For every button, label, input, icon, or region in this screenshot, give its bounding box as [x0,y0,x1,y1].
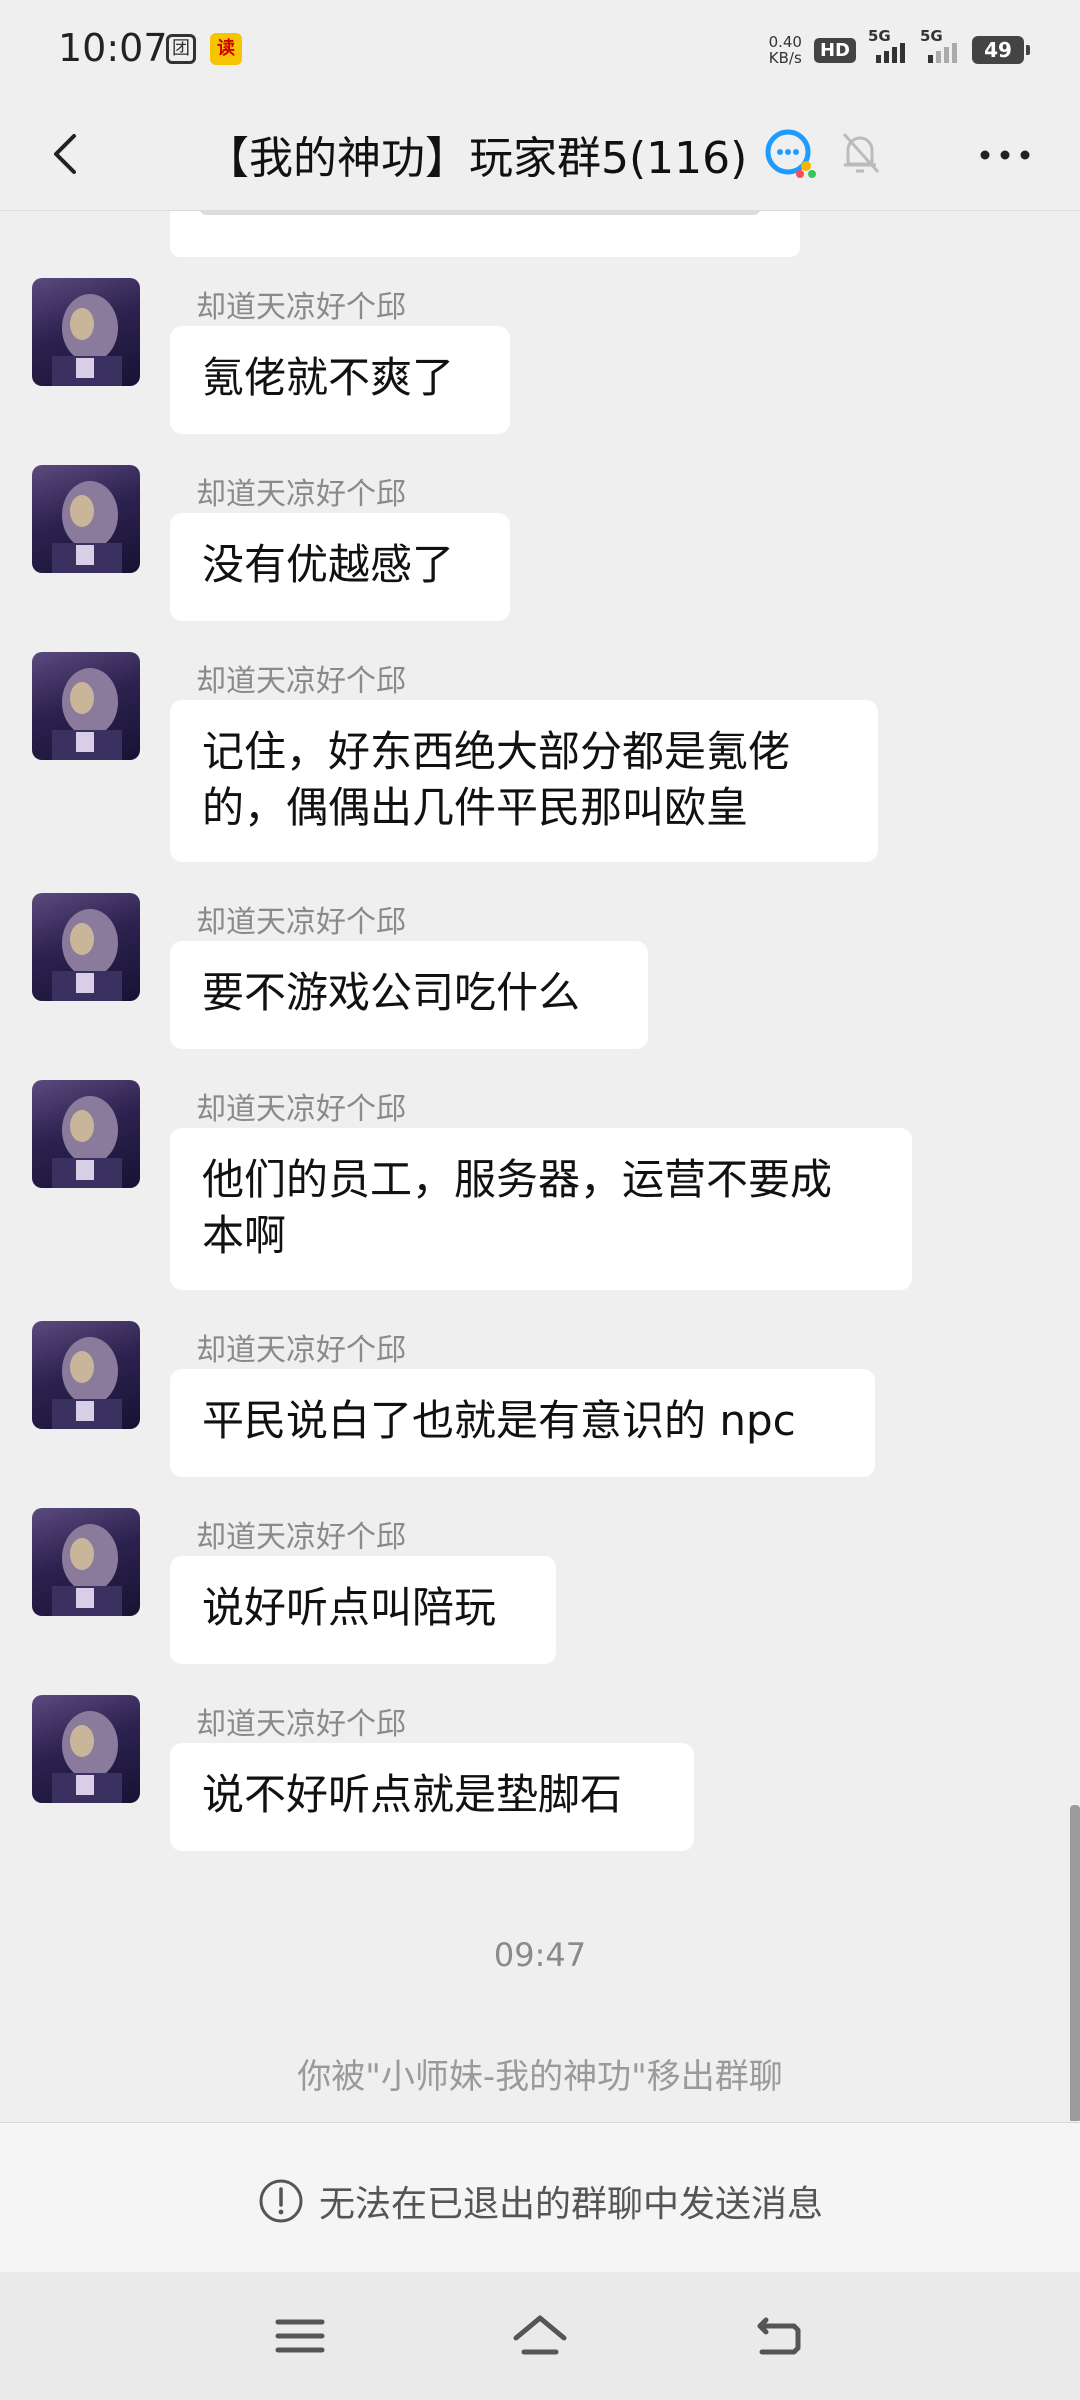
message-bubble[interactable]: 氪佬就不爽了 [170,326,510,434]
status-time: 10:07 [58,26,168,70]
menu-icon [275,2319,325,2353]
message-timestamp: 09:47 [493,1936,587,1974]
back-icon [54,134,76,174]
avatar[interactable] [32,893,140,1001]
avatar[interactable] [32,652,140,760]
more-button[interactable] [975,140,1035,170]
sender-name: 却道天凉好个邱 [196,1520,406,1555]
status-indicators: 0.40 KB/s HD 5G 5G 49 [768,27,1030,70]
system-nav-bar [0,2272,1080,2400]
back-nav-icon [757,2317,801,2355]
group-chat-bubble-icon[interactable] [760,124,820,184]
message-bubble-partial [170,211,800,257]
sender-name: 却道天凉好个邱 [196,1707,406,1742]
avatar[interactable] [32,465,140,573]
sender-name: 却道天凉好个邱 [196,477,406,512]
message-bubble[interactable]: 没有优越感了 [170,513,510,621]
avatar[interactable] [32,278,140,386]
menu-button[interactable] [268,2306,332,2366]
home-icon [513,2315,567,2355]
input-disabled-notice: 无法在已退出的群聊中发送消息 [0,2122,1080,2273]
battery-icon: 49 [972,36,1030,64]
avatar[interactable] [32,1080,140,1188]
avatar[interactable] [32,1508,140,1616]
scrollbar[interactable] [1070,1805,1080,2121]
sender-name: 却道天凉好个邱 [196,905,406,940]
sender-name: 却道天凉好个邱 [196,1333,406,1368]
signal-1-icon: 5G [868,27,908,63]
chat-messages[interactable]: 却道天凉好个邱 氪佬就不爽了 却道天凉好个邱 没有优越感了 却道天凉好个邱 记住… [0,211,1080,2121]
message-bubble[interactable]: 他们的员工，服务器，运营不要成 本啊 [170,1128,912,1290]
info-circle-icon [259,2179,303,2223]
more-icon [980,150,1030,160]
reader-app-notification-icon: 读 [210,33,242,65]
back-button[interactable] [40,126,96,182]
bell-muted-icon[interactable] [838,128,882,178]
notice-text: 无法在已退出的群聊中发送消息 [318,2184,823,2225]
status-bar: 10:07 团 读 0.40 KB/s HD 5G 5G 49 [0,0,1080,100]
hd-badge: HD [813,37,856,63]
message-bubble[interactable]: 记住，好东西绝大部分都是氪佬 的，偶偶出几件平民那叫欧皇 [170,700,878,862]
system-message: 你被"小师妹-我的神功"移出群聊 [297,2057,783,2097]
chat-header: 【我的神功】玩家群5(116) [0,100,1080,211]
sender-name: 却道天凉好个邱 [196,664,406,699]
avatar[interactable] [32,1321,140,1429]
sender-name: 却道天凉好个邱 [196,1092,406,1127]
chat-title: 【我的神功】玩家群5(116) [205,133,748,184]
sender-name: 却道天凉好个邱 [196,290,406,325]
signal-2-icon: 5G [920,27,960,63]
home-button[interactable] [508,2306,572,2366]
message-bubble[interactable]: 说好听点叫陪玩 [170,1556,556,1664]
app-notification-icon: 团 [166,34,196,64]
back-nav-button[interactable] [748,2306,812,2366]
message-bubble[interactable]: 平民说白了也就是有意识的 npc [170,1369,875,1477]
message-bubble[interactable]: 说不好听点就是垫脚石 [170,1743,694,1851]
avatar[interactable] [32,1695,140,1803]
message-bubble[interactable]: 要不游戏公司吃什么 [170,941,648,1049]
network-speed: 0.40 KB/s [768,33,802,67]
